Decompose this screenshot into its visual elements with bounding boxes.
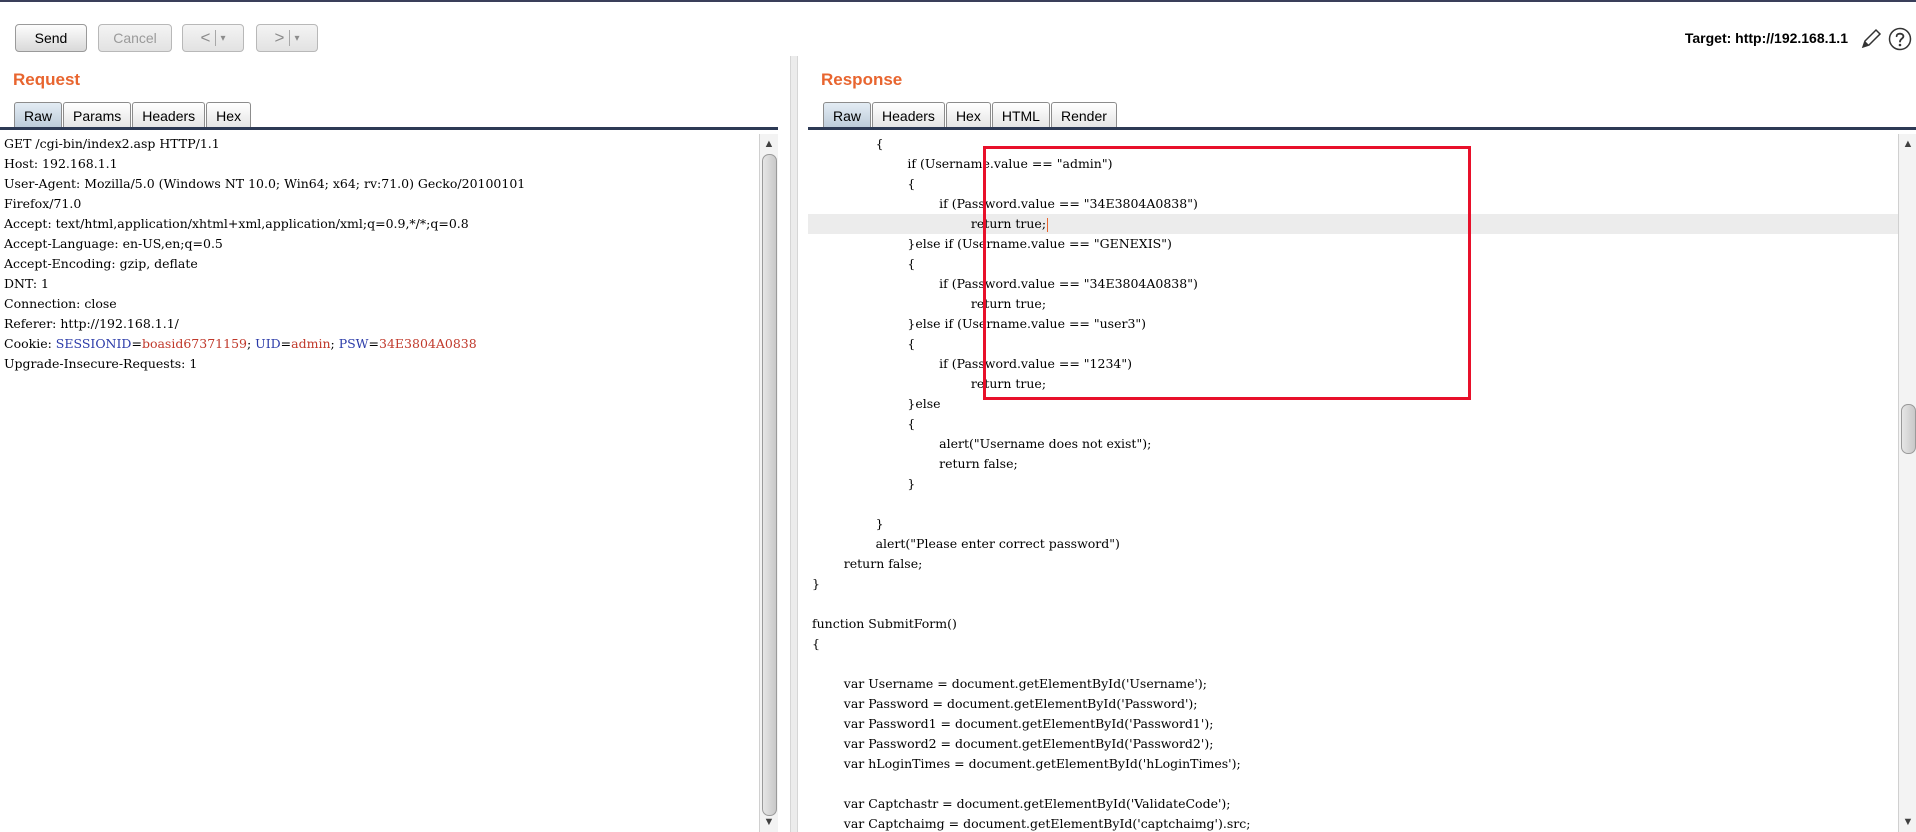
response-line: var Password2 = document.getElementById(…	[812, 736, 1214, 751]
cookie-line: Cookie: SESSIONID=boasid67371159; UID=ad…	[0, 334, 758, 354]
forward-history-button[interactable]: > ▾	[256, 24, 318, 52]
request-line: Accept: text/html,application/xhtml+xml,…	[4, 216, 469, 231]
request-line: Upgrade-Insecure-Requests: 1	[4, 356, 198, 371]
request-tab-params[interactable]: Params	[63, 102, 132, 128]
forward-arrow-icon: >	[274, 28, 285, 47]
response-line	[808, 494, 1900, 514]
response-line: {	[812, 636, 820, 651]
response-tab-hex[interactable]: Hex	[945, 102, 991, 128]
window-top-border	[0, 0, 1916, 2]
response-line: var Username = document.getElementById('…	[812, 676, 1207, 691]
request-tab-raw[interactable]: Raw	[14, 102, 63, 128]
response-line: var Password1 = document.getElementById(…	[812, 716, 1214, 731]
response-scroll-thumb[interactable]	[1901, 404, 1916, 454]
cookie-name: UID	[255, 336, 281, 351]
request-scroll-thumb[interactable]	[762, 154, 777, 816]
request-line: User-Agent: Mozilla/5.0 (Windows NT 10.0…	[4, 176, 526, 191]
request-tab-hex[interactable]: Hex	[206, 102, 252, 128]
cookie-equals: =	[368, 336, 380, 351]
request-line: Referer: http://192.168.1.1/	[4, 316, 179, 331]
cancel-button[interactable]: Cancel	[98, 24, 172, 52]
chevron-down-icon: ▾	[220, 32, 226, 44]
back-history-button[interactable]: < ▾	[182, 24, 244, 52]
cookie-value: boasid67371159	[141, 336, 247, 351]
request-tabs: Raw Params Headers Hex	[14, 102, 252, 128]
response-line: }	[812, 476, 916, 491]
response-scrollbar[interactable]: ▲ ▼	[1898, 134, 1916, 832]
split-pane-divider[interactable]	[790, 56, 798, 832]
request-line: DNT: 1	[4, 276, 49, 291]
send-button[interactable]: Send	[15, 24, 87, 52]
response-line: }	[812, 516, 884, 531]
response-line: }	[812, 576, 820, 591]
request-line: GET /cgi-bin/index2.asp HTTP/1.1	[4, 136, 220, 151]
cookie-name: PSW	[338, 336, 369, 351]
response-line: alert("Username does not exist");	[812, 436, 1152, 451]
help-icon[interactable]	[1888, 27, 1912, 51]
cookie-equals: =	[131, 336, 142, 351]
response-line: var Captchastr = document.getElementById…	[812, 796, 1231, 811]
target-label: Target: http://192.168.1.1	[1684, 30, 1848, 46]
request-line: Connection: close	[4, 296, 117, 311]
response-line: var Password = document.getElementById('…	[812, 696, 1198, 711]
chevron-down-icon: ▾	[294, 32, 300, 44]
request-tab-headers[interactable]: Headers	[132, 102, 206, 128]
cookie-prefix: Cookie:	[4, 336, 56, 351]
cookie-separator: ;	[330, 336, 339, 351]
button-separator	[215, 30, 217, 46]
response-line: return false;	[812, 456, 1018, 471]
scroll-up-arrow[interactable]: ▲	[1899, 136, 1916, 152]
request-line: Firefox/71.0	[4, 196, 82, 211]
response-line	[808, 594, 1900, 614]
request-editor[interactable]: GET /cgi-bin/index2.asp HTTP/1.1 Host: 1…	[0, 134, 758, 832]
response-tab-render[interactable]: Render	[1050, 102, 1117, 128]
back-arrow-icon: <	[200, 28, 211, 47]
scroll-up-arrow[interactable]: ▲	[760, 136, 778, 152]
response-title: Response	[821, 70, 903, 89]
request-tab-underline	[0, 127, 778, 130]
response-tabs: Raw Headers Hex HTML Render	[823, 102, 1118, 128]
cookie-name: SESSIONID	[55, 336, 132, 351]
request-line: Accept-Language: en-US,en;q=0.5	[4, 236, 223, 251]
request-scrollbar[interactable]: ▲ ▼	[759, 134, 778, 832]
response-line: {	[812, 416, 916, 431]
response-line	[808, 774, 1900, 794]
cookie-value: 34E3804A0838	[379, 336, 477, 351]
annotation-highlight-box	[983, 146, 1471, 400]
response-line	[808, 654, 1900, 674]
request-line: Host: 192.168.1.1	[4, 156, 118, 171]
response-line: var hLoginTimes = document.getElementByI…	[812, 756, 1241, 771]
response-tab-headers[interactable]: Headers	[872, 102, 945, 128]
request-line: Accept-Encoding: gzip, deflate	[4, 256, 198, 271]
response-tab-raw[interactable]: Raw	[823, 102, 872, 128]
pencil-icon[interactable]	[1859, 27, 1883, 51]
cookie-equals: =	[280, 336, 292, 351]
response-line: alert("Please enter correct password")	[812, 536, 1120, 551]
response-line: return false;	[812, 556, 923, 571]
button-separator	[289, 30, 291, 46]
cookie-separator: ;	[246, 336, 256, 351]
response-tab-html[interactable]: HTML	[991, 102, 1050, 128]
scroll-down-arrow[interactable]: ▼	[760, 814, 778, 830]
scroll-down-arrow[interactable]: ▼	[1899, 814, 1916, 830]
cookie-value: admin	[291, 336, 331, 351]
response-line: var Captchaimg = document.getElementById…	[812, 816, 1251, 831]
response-tab-underline	[808, 127, 1916, 130]
request-title: Request	[13, 70, 81, 89]
response-line: function SubmitForm()	[812, 616, 957, 631]
